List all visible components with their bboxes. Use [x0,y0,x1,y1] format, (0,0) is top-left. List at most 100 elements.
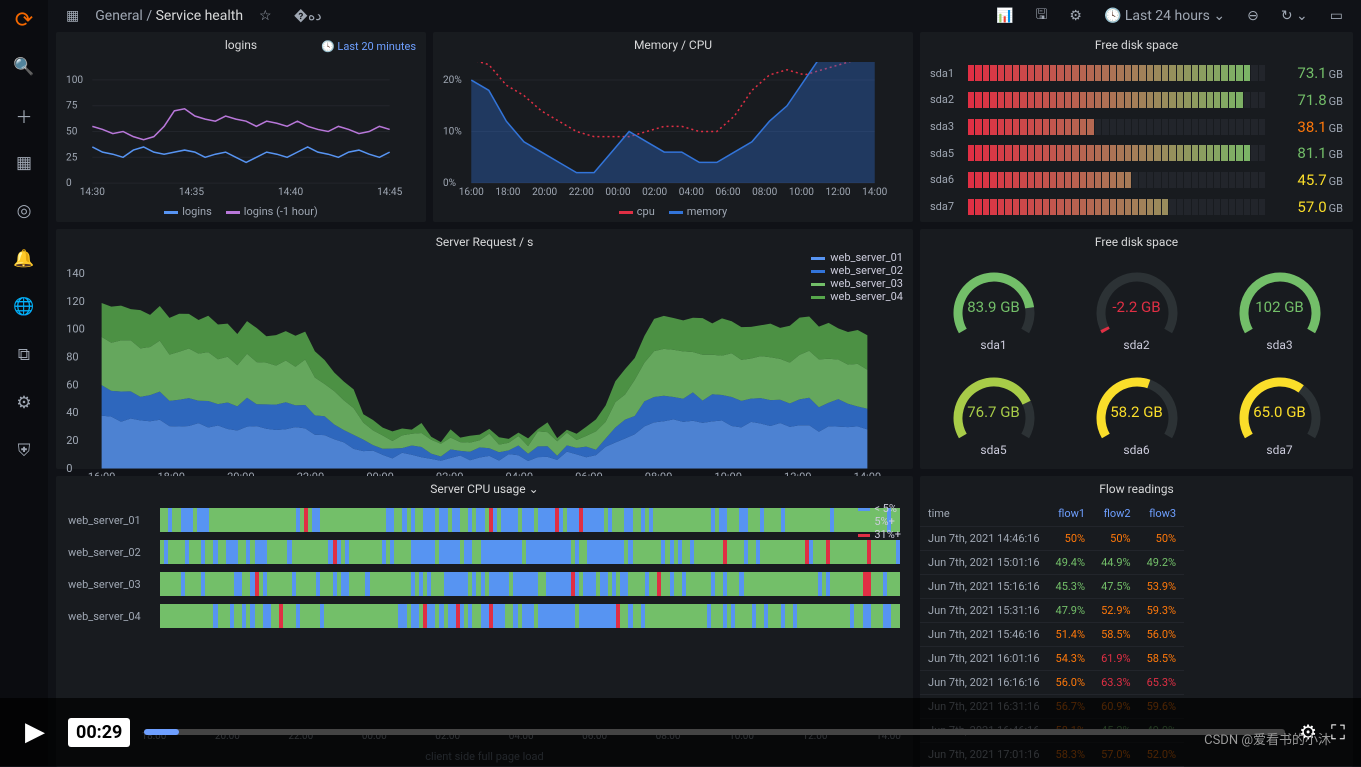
page-title: Service health [156,8,243,24]
panel-title: Server Request / s [56,229,913,255]
svg-text:100: 100 [66,323,85,336]
panel-server-requests[interactable]: Server Request / s web_server_01web_serv… [56,229,913,469]
dashboards-icon[interactable]: ▦ [10,149,38,177]
tv-mode-icon[interactable]: ▭ [1324,4,1349,28]
refresh-icon[interactable]: ↻ ⌄ [1275,4,1314,28]
gauge-value: 83.9 GB [967,298,1020,316]
disk-label: sda1 [930,67,962,80]
legend: logins logins (-1 hour) [56,201,426,222]
svg-text:60: 60 [66,378,78,391]
svg-text:08:00: 08:00 [752,187,777,198]
gauge-value: 58.2 GB [1110,403,1163,421]
svg-text:20: 20 [66,434,78,447]
requests-chart: 02040608010012014016:0018:0020:0022:0000… [64,259,905,483]
svg-text:20%: 20% [443,75,462,86]
grafana-logo-icon[interactable]: ⟳ [15,8,33,33]
breadcrumb-folder[interactable]: General [95,8,143,24]
panel-title: Server CPU usage ⌄ [56,476,913,502]
cpu-heatbar [160,572,901,596]
star-icon[interactable]: ☆ [253,4,278,28]
shield-icon[interactable]: ⛨ [10,437,38,465]
disk-value: 71.8GB [1271,91,1343,109]
save-icon[interactable]: 🖫 [1029,0,1053,32]
gauge-value: 76.7 GB [967,403,1020,421]
video-player-overlay: ▶ 00:29 ⚙ ⛶ [0,698,1361,766]
svg-text:06:00: 06:00 [715,187,740,198]
gauge-label: sda7 [1266,443,1292,457]
cpu-heatbar [160,604,901,628]
panel-title: Free disk space [920,229,1353,255]
svg-text:40: 40 [66,406,78,419]
disk-value: 45.7GB [1271,171,1343,189]
svg-text:14:45: 14:45 [377,187,402,198]
settings-icon[interactable]: ⚙ [1063,4,1088,28]
panel-title: Flow readings [920,476,1353,502]
svg-text:22:00: 22:00 [569,187,594,198]
svg-text:10:00: 10:00 [789,187,814,198]
search-icon[interactable]: 🔍 [10,53,38,81]
disk-label: sda6 [930,173,962,186]
panel-memory-cpu[interactable]: Memory / CPU 0%10%20%16:0018:0020:0022:0… [433,32,913,222]
nav-sidebar: ⟳ 🔍 ＋ ▦ ◎ 🔔 🌐 ⧉ ⚙ ⛨ [0,0,48,766]
plus-icon[interactable]: ＋ [10,101,38,129]
server-label: web_server_04 [68,610,152,623]
svg-text:02:00: 02:00 [642,187,667,198]
play-button[interactable]: ▶ [16,713,54,751]
time-range-picker[interactable]: 🕓 Last 24 hours ⌄ [1098,4,1231,28]
video-settings-icon[interactable]: ⚙ [1299,720,1317,744]
disk-heatbar [968,65,1265,81]
svg-text:100: 100 [66,75,83,86]
gauge: 65.0 GBsda7 [1210,364,1349,465]
legend: < 5%5%+31%+ [842,502,901,541]
disk-heatbar [968,119,1265,135]
disk-row: sda6 45.7GB [930,169,1343,191]
panel-logins[interactable]: logins 🕓 Last 20 minutes 025507510014:30… [56,32,426,222]
table-header[interactable]: time [920,502,1048,526]
topbar: ▦ General / Service health ☆ �ده 📊 🖫 ⚙ 🕓… [48,0,1361,32]
globe-icon[interactable]: 🌐 [10,293,38,321]
gauge-label: sda5 [980,443,1006,457]
svg-text:25: 25 [66,152,78,163]
gauge-label: sda6 [1123,443,1149,457]
fullscreen-icon[interactable]: ⛶ [1331,720,1345,744]
gauge: 76.7 GB sda5 [924,364,1063,465]
svg-text:0: 0 [66,462,72,475]
panel-free-disk-bars[interactable]: Free disk space sda173.1GBsda271.8GBsda3… [920,32,1353,222]
table-header[interactable]: flow1 [1048,502,1094,526]
video-progress[interactable] [144,729,1285,735]
apps-icon[interactable]: ⧉ [10,341,38,369]
gear-icon[interactable]: ⚙ [10,389,38,417]
disk-heatbar [968,92,1265,108]
disk-label: sda7 [930,200,962,213]
svg-text:14:40: 14:40 [278,187,303,198]
alerting-icon[interactable]: 🔔 [10,245,38,273]
gauge-label: sda1 [980,338,1006,352]
disk-value: 38.1GB [1271,118,1343,136]
table-header[interactable]: flow3 [1139,502,1185,526]
add-panel-icon[interactable]: 📊 [990,4,1019,28]
breadcrumb: General / Service health [95,8,243,24]
cpu-row: web_server_01 [68,506,901,534]
gauge: -2.2 GBsda2 [1067,259,1206,360]
table-header[interactable]: flow2 [1093,502,1139,526]
disk-heatbar [968,145,1265,161]
cpu-row: web_server_03 [68,570,901,598]
explore-icon[interactable]: ◎ [10,197,38,225]
share-icon[interactable]: �ده [288,4,328,28]
zoom-out-icon[interactable]: ⊖ [1241,4,1265,28]
gauge-label: sda2 [1123,338,1149,352]
panel-free-disk-gauges[interactable]: Free disk space 83.9 GBsda1-2.2 GBsda210… [920,229,1353,469]
time-range-label: 🕓 Last 20 minutes [321,40,416,53]
disk-heatbar [968,172,1265,188]
svg-text:0: 0 [66,178,72,189]
table-row: Jun 7th, 2021 16:16:1656.0%63.3%65.3% [920,670,1184,694]
disk-label: sda2 [930,93,962,106]
svg-text:0%: 0% [443,178,456,189]
panel-toggle-icon[interactable]: ▦ [60,4,85,28]
table-row: Jun 7th, 2021 15:46:1651.4%58.5%56.0% [920,622,1184,646]
cpu-heatbar [160,508,901,532]
memcpu-chart: 0%10%20%16:0018:0020:0022:0000:0002:0004… [441,62,905,201]
legend: cpu memory [433,201,913,222]
cpu-row: web_server_04 [68,602,901,630]
svg-text:14:35: 14:35 [179,187,204,198]
